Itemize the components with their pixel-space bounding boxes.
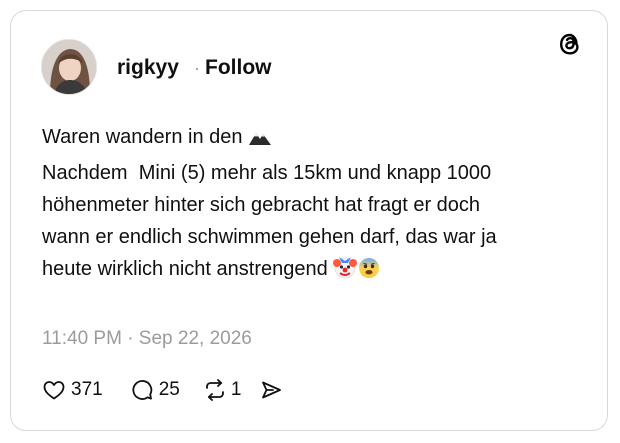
post-line-4: höhenmeter hinter sich gebracht hat frag… xyxy=(42,194,481,216)
like-button[interactable]: 371 xyxy=(42,378,103,402)
post-line-6: heute wirklich nicht anstrengend xyxy=(42,253,582,289)
separator-dot: · xyxy=(194,58,200,78)
threads-logo-icon[interactable] xyxy=(555,29,585,59)
username[interactable]: rigkyy xyxy=(117,56,179,80)
post-line-5: wann er endlich schwimmen gehen darf, da… xyxy=(42,226,497,248)
post-line-1: Waren wandern in den xyxy=(42,121,582,157)
avatar[interactable] xyxy=(41,39,97,95)
share-button[interactable] xyxy=(259,378,283,402)
reply-count: 25 xyxy=(158,379,180,400)
send-icon xyxy=(259,378,283,402)
repost-icon xyxy=(202,378,228,402)
comment-bubble-icon xyxy=(130,378,154,402)
reply-button[interactable]: 25 xyxy=(130,378,180,402)
clown-face-emoji-icon xyxy=(333,255,358,289)
follow-button[interactable]: Follow xyxy=(205,56,272,80)
mountain-emoji-icon xyxy=(248,125,272,157)
like-count: 371 xyxy=(71,379,103,400)
post-actions: 371 25 1 xyxy=(42,377,283,403)
post-card: rigkyy · Follow Waren wandern in den Nac… xyxy=(10,10,608,431)
post-line-3: Nachdem Mini (5) mehr als 15km und knapp… xyxy=(42,162,492,184)
post-timestamp[interactable]: 11:40 PM · Sep 22, 2026 xyxy=(42,327,252,351)
fearful-face-emoji-icon xyxy=(357,255,381,289)
post-body: Waren wandern in den Nachdem Mini (5) me… xyxy=(42,121,582,289)
repost-count: 1 xyxy=(230,379,242,400)
repost-button[interactable]: 1 xyxy=(202,378,242,402)
heart-icon xyxy=(42,378,66,402)
